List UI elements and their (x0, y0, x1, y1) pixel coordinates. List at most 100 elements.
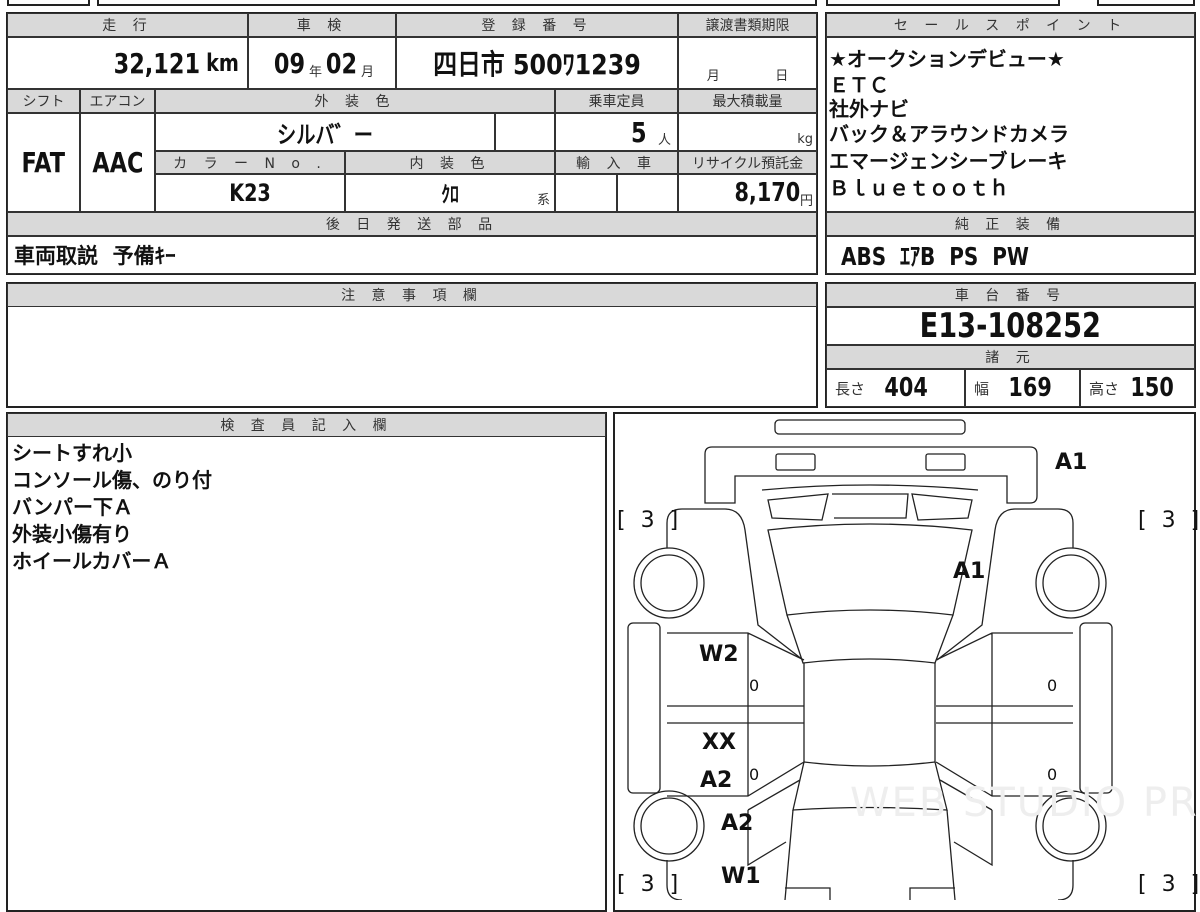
inspector-note: バンパー下Ａ (12, 495, 133, 519)
genuine-equipment-value: ABS ｴｱB PS PW (841, 242, 1029, 271)
color-no-header: カ ラ ー N o . (155, 151, 345, 174)
interior-color-suffix: 系 (536, 193, 550, 208)
sales-point-item: ＥＴＣ (829, 73, 889, 97)
damage-label-rear-window: A1 (953, 559, 986, 584)
deadline-month: 月 (706, 69, 720, 84)
registration-value: 四日市 500ﾜ1239 (433, 48, 641, 81)
capacity-cell: 5 人 (555, 113, 678, 151)
right-rear-door-mark: 0 (1047, 676, 1058, 695)
mileage-cell: 32,121 km (7, 37, 248, 89)
aircon-value: AAC (91, 146, 144, 179)
damage-label-left-front-door-2: A2 (700, 768, 733, 793)
recycle-fee-header: リサイクル預託金 (678, 151, 817, 174)
exterior-color-value: シルバ゛ー (277, 120, 373, 149)
inspector-note: ホイールカバーＡ (12, 549, 172, 573)
inspection-header: 車 検 (248, 13, 396, 37)
width-value: 169 (1008, 373, 1052, 403)
recycle-fee-value: 8,170 (734, 178, 800, 208)
right-front-door-mark: 0 (1047, 765, 1058, 784)
imported-header: 輸 入 車 (555, 151, 678, 174)
tire-rr-score: [ 3 ] (1138, 508, 1200, 533)
recycle-fee-unit: 円 (799, 193, 813, 209)
inspector-note: コンソール傷、のり付 (12, 468, 212, 492)
interior-color-header: 内 装 色 (345, 151, 555, 174)
genuine-equipment-header: 純 正 装 備 (826, 212, 1195, 236)
recycle-fee-cell: 8,170 円 (678, 174, 817, 212)
registration-header: 登 録 番 号 (396, 13, 678, 37)
interior-color-value: ｸﾛ (441, 183, 459, 208)
tire-fl-score: [ 3 ] (617, 872, 683, 897)
tire-rl-score: [ 3 ] (617, 508, 683, 533)
capacity-value: 5 (630, 115, 647, 149)
month-unit: 月 (360, 64, 374, 80)
shift-value: FAT (21, 146, 66, 179)
chassis-number: E13-108252 (919, 307, 1102, 345)
mileage-value: 32,121 (113, 46, 201, 80)
interior-color-cell: ｸﾛ 系 (345, 174, 555, 212)
sales-point-item: エマージェンシーブレーキ (829, 149, 1068, 173)
imported-cell-1 (555, 174, 617, 212)
inspection-month: 02 (325, 46, 358, 80)
tire-fr-score: [ 3 ] (1138, 872, 1200, 897)
deadline-day: 日 (775, 69, 789, 84)
inspection-year: 09 (273, 46, 306, 80)
capacity-unit: 人 (657, 132, 671, 148)
color-no-value: K23 (229, 179, 271, 207)
damage-label-rear-bumper: A1 (1055, 450, 1088, 475)
sales-point-item: バック＆アラウンドカメラ (829, 122, 1069, 146)
sales-point-item: 社外ナビ (829, 97, 909, 121)
max-load-header: 最大積載量 (678, 89, 817, 113)
damage-label-left-front-door-1: XX (702, 730, 736, 755)
sales-points-list: ★オークションデビュー★ ＥＴＣ 社外ナビ バック＆アラウンドカメラ エマージェ… (826, 37, 1195, 212)
left-rear-door-mark: 0 (749, 676, 760, 695)
spec-header: 諸 元 (826, 345, 1195, 369)
color-no-cell: K23 (155, 174, 345, 212)
notes-header: 注 意 事 項 欄 (7, 283, 817, 307)
inspector-notes: シートすれ小 コンソール傷、のり付 バンパー下Ａ 外装小傷有り ホイールカバーＡ (12, 440, 212, 575)
aircon-cell: AAC (80, 113, 155, 212)
shift-cell: FAT (7, 113, 80, 212)
deadline-header: 譲渡書類期限 (678, 13, 817, 37)
later-parts-header: 後 日 発 送 部 品 (7, 212, 817, 236)
damage-label-left-front-fender: A2 (721, 811, 754, 836)
later-parts-cell: 車両取説 予備ｷｰ (7, 236, 817, 274)
max-load-unit: kg (797, 132, 813, 147)
shift-header: シフト (7, 89, 80, 113)
chassis-header: 車 台 番 号 (826, 283, 1195, 307)
max-load-cell: kg (678, 113, 817, 151)
width-label: 幅 (974, 379, 990, 398)
height-value: 150 (1130, 373, 1174, 403)
inspection-cell: 09 年 02 月 (248, 37, 396, 89)
mileage-unit: km (206, 49, 239, 77)
later-parts-value: 車両取説 予備ｷｰ (14, 244, 176, 268)
damage-label-left-front-bumper: W1 (721, 864, 761, 889)
chassis-number-cell: E13-108252 (826, 307, 1195, 345)
genuine-equipment-cell: ABS ｴｱB PS PW (826, 236, 1195, 274)
aircon-header: エアコン (80, 89, 155, 113)
sales-points-header: セ ー ル ス ポ イ ン ト (826, 13, 1195, 37)
mileage-header: 走 行 (7, 13, 248, 37)
deadline-cell: 月 日 (678, 37, 817, 89)
height-label: 高さ (1089, 379, 1120, 398)
left-front-door-mark: 0 (749, 765, 760, 784)
exterior-color-extra (495, 113, 555, 151)
sales-point-item: Ｂｌｕｅｔｏｏｔｈ (829, 176, 1009, 200)
length-cell: 長さ 404 (826, 369, 965, 407)
exterior-color-header: 外 装 色 (155, 89, 555, 113)
height-cell: 高さ 150 (1080, 369, 1195, 407)
length-label: 長さ (835, 379, 866, 398)
width-cell: 幅 169 (965, 369, 1080, 407)
capacity-header: 乗車定員 (555, 89, 678, 113)
inspector-header: 検 査 員 記 入 欄 (7, 413, 606, 437)
registration-cell: 四日市 500ﾜ1239 (396, 37, 678, 89)
exterior-color-cell: シルバ゛ー (155, 113, 495, 151)
inspector-note: シートすれ小 (12, 441, 132, 465)
watermark: WEB STUDIO PRO (850, 780, 1200, 826)
imported-cell-2 (617, 174, 678, 212)
damage-label-left-rear-door: W2 (699, 642, 739, 667)
top-strip (0, 0, 1200, 6)
sales-point-item: ★オークションデビュー★ (829, 47, 1065, 71)
length-value: 404 (884, 373, 928, 403)
year-unit: 年 (308, 64, 322, 80)
inspector-note: 外装小傷有り (12, 522, 132, 546)
